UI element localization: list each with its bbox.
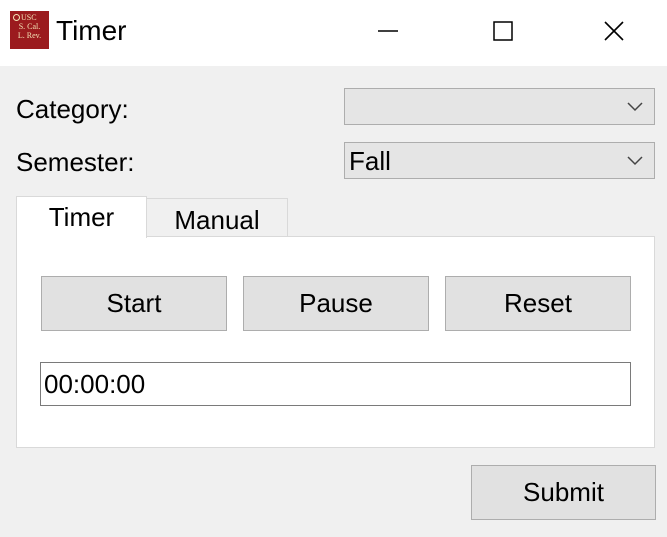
close-button[interactable] [561, 0, 667, 62]
submit-button[interactable]: Submit [471, 465, 656, 520]
reset-button[interactable]: Reset [445, 276, 631, 331]
logo-text-line3: L. Rev. [17, 31, 42, 40]
tab-timer[interactable]: Timer [16, 196, 147, 238]
chevron-down-icon [627, 156, 643, 166]
tab-manual[interactable]: Manual [146, 198, 288, 236]
minimize-icon [378, 30, 398, 32]
logo-text-line2: S. Cal. [18, 22, 41, 31]
semester-label: Semester: [16, 147, 135, 177]
semester-value: Fall [349, 146, 391, 176]
close-icon [604, 21, 624, 41]
pause-button[interactable]: Pause [243, 276, 429, 331]
window-title: Timer [56, 15, 127, 46]
chevron-down-icon [627, 102, 643, 112]
usc-law-review-logo: USC S. Cal. L. Rev. [10, 11, 49, 49]
maximize-button[interactable] [445, 0, 561, 62]
semester-dropdown[interactable]: Fall [344, 142, 655, 179]
seal-icon [13, 14, 20, 21]
start-button[interactable]: Start [41, 276, 227, 331]
category-label: Category: [16, 94, 129, 124]
timer-display-field[interactable]: 00:00:00 [40, 362, 631, 406]
timer-tab-panel [16, 236, 655, 448]
minimize-button[interactable] [330, 0, 446, 62]
maximize-icon [493, 21, 513, 41]
title-bar: USC S. Cal. L. Rev. Timer [0, 0, 667, 66]
logo-text-usc: USC [21, 13, 37, 22]
category-dropdown[interactable] [344, 88, 655, 125]
